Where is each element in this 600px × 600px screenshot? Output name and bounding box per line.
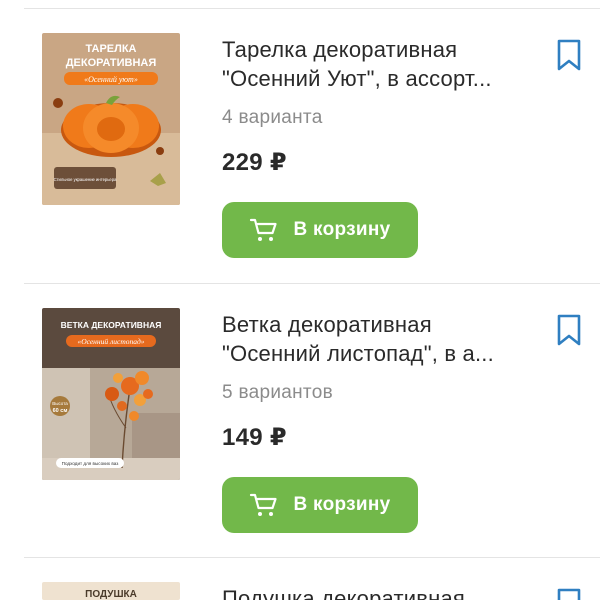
product-image[interactable]: ПОДУШКА <box>42 582 180 600</box>
variants-count: 5 вариантов <box>222 382 333 403</box>
product-title-line: "Осенний листопад", в а... <box>222 341 494 366</box>
image-badge-value: 60 см <box>53 408 68 414</box>
image-caption: Стильное украшение интерьера <box>54 177 117 182</box>
image-caption: Подходит для высоких ваз <box>62 461 119 466</box>
bookmark-button[interactable] <box>555 313 583 347</box>
product-title-line: Ветка декоративная <box>222 312 432 337</box>
product-title[interactable]: Подушка декоративная <box>222 584 542 600</box>
image-heading: ДЕКОРАТИВНАЯ <box>66 57 157 69</box>
variants-count: 4 варианта <box>222 107 323 128</box>
plate-photo: ТАРЕЛКА ДЕКОРАТИВНАЯ «Осенний уют» Стиль… <box>42 33 180 205</box>
image-badge-label: Высота <box>52 401 68 406</box>
bookmark-icon <box>557 39 581 71</box>
add-to-cart-button[interactable]: В корзину <box>222 202 418 258</box>
bookmark-icon <box>557 314 581 346</box>
price: 229 ₽ <box>222 149 287 176</box>
cart-icon <box>250 493 278 516</box>
bookmark-icon <box>557 588 581 600</box>
product-card: ВЕТКА ДЕКОРАТИВНАЯ «Осенний листопад» Вы… <box>0 284 600 554</box>
product-title[interactable]: Ветка декоративная "Осенний листопад", в… <box>222 310 542 368</box>
product-image[interactable]: ВЕТКА ДЕКОРАТИВНАЯ «Осенний листопад» Вы… <box>42 308 180 480</box>
product-title-line: "Осенний Уют", в ассорт... <box>222 66 492 91</box>
product-card: ТАРЕЛКА ДЕКОРАТИВНАЯ «Осенний уют» Стиль… <box>0 9 600 279</box>
product-list: ТАРЕЛКА ДЕКОРАТИВНАЯ «Осенний уют» Стиль… <box>0 0 600 600</box>
pillow-photo: ПОДУШКА <box>42 582 180 600</box>
price: 149 ₽ <box>222 424 287 451</box>
bookmark-button[interactable] <box>555 587 583 600</box>
product-card: ПОДУШКА Подушка декоративная <box>0 558 600 600</box>
image-tagline: «Осенний листопад» <box>77 337 144 346</box>
branch-photo: ВЕТКА ДЕКОРАТИВНАЯ «Осенний листопад» Вы… <box>42 308 180 480</box>
product-title-line: Тарелка декоративная <box>222 37 458 62</box>
cart-icon <box>250 218 278 241</box>
add-to-cart-label: В корзину <box>293 219 391 240</box>
product-title-line: Подушка декоративная <box>222 586 466 600</box>
image-heading: ТАРЕЛКА <box>85 43 136 55</box>
product-title[interactable]: Тарелка декоративная "Осенний Уют", в ас… <box>222 35 542 93</box>
add-to-cart-label: В корзину <box>293 494 391 515</box>
image-heading: ВЕТКА ДЕКОРАТИВНАЯ <box>61 320 162 330</box>
bookmark-button[interactable] <box>555 38 583 72</box>
image-tagline: «Осенний уют» <box>84 75 138 84</box>
product-image[interactable]: ТАРЕЛКА ДЕКОРАТИВНАЯ «Осенний уют» Стиль… <box>42 33 180 205</box>
add-to-cart-button[interactable]: В корзину <box>222 477 418 533</box>
image-heading: ПОДУШКА <box>85 589 137 600</box>
